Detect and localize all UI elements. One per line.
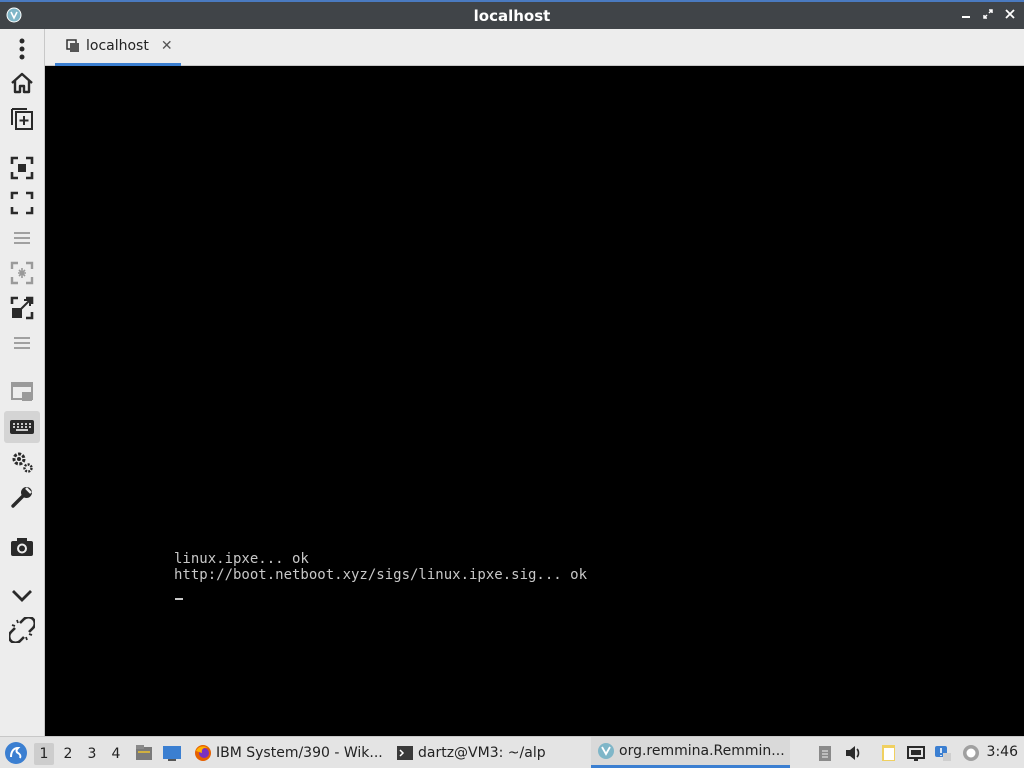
tab-strip: localhost ✕	[45, 29, 1024, 66]
minimize-button[interactable]	[958, 6, 974, 22]
remmina-icon	[598, 743, 614, 759]
task-firefox[interactable]: IBM System/390 - Wik...	[194, 737, 383, 768]
task-label: IBM System/390 - Wik...	[216, 744, 383, 761]
menu-button[interactable]	[4, 33, 40, 65]
restore-button[interactable]	[980, 6, 996, 22]
scale-menu-button[interactable]	[4, 327, 40, 359]
multi-monitor-button[interactable]	[4, 376, 40, 408]
minimize-icon	[962, 16, 970, 18]
multi-monitor-icon	[11, 382, 33, 401]
console-line: http://boot.netboot.xyz/sigs/linux.ipxe.…	[174, 567, 588, 583]
new-connection-button[interactable]	[4, 103, 40, 135]
auto-fit-icon	[10, 261, 34, 285]
preferences-button[interactable]	[4, 446, 40, 478]
file-manager-icon[interactable]	[134, 743, 154, 763]
task-terminal[interactable]: dartz@VM3: ~/alp	[396, 737, 546, 768]
volume-icon[interactable]	[843, 743, 863, 763]
workspace-1[interactable]: 1	[34, 743, 54, 765]
remmina-app-icon	[6, 7, 22, 23]
taskbar: 1 2 3 4 IBM System/390 - Wik... dartz@VM…	[0, 736, 1024, 768]
clipboard-icon[interactable]	[815, 743, 835, 763]
start-menu-icon[interactable]	[4, 741, 28, 765]
remmina-toolbar	[0, 29, 45, 736]
window-titlebar[interactable]: localhost	[0, 0, 1024, 29]
window-title: localhost	[473, 6, 551, 25]
minimize-window-button[interactable]	[4, 579, 40, 611]
scale-button[interactable]	[4, 292, 40, 324]
fit-window-icon	[10, 156, 34, 180]
keyboard-icon	[10, 420, 34, 434]
kebab-menu-icon	[19, 38, 25, 60]
disconnect-icon	[9, 617, 35, 643]
chevron-down-icon	[12, 590, 32, 602]
remote-display[interactable]: linux.ipxe... ok http://boot.netboot.xyz…	[45, 66, 1024, 736]
home-button[interactable]	[4, 67, 40, 99]
fullscreen-menu-button[interactable]	[4, 222, 40, 254]
camera-icon	[11, 538, 33, 556]
screenshot-button[interactable]	[4, 530, 40, 562]
restore-icon	[983, 9, 993, 19]
console-cursor	[175, 598, 183, 600]
home-icon	[11, 72, 33, 94]
tab-localhost[interactable]: localhost ✕	[55, 29, 181, 66]
workspace-3[interactable]: 3	[82, 743, 102, 765]
tab-close-icon[interactable]: ✕	[161, 38, 173, 54]
workspace-2[interactable]: 2	[58, 743, 78, 765]
fullscreen-icon	[10, 191, 34, 215]
hamburger-icon	[14, 337, 30, 349]
close-icon	[1005, 9, 1015, 19]
window-controls	[958, 6, 1018, 22]
notification-icon[interactable]	[933, 743, 953, 763]
add-tab-icon	[11, 108, 33, 130]
task-remmina[interactable]: org.remmina.Remmin...	[591, 737, 790, 768]
status-icon[interactable]	[961, 743, 981, 763]
desktop-icon[interactable]	[162, 743, 182, 763]
notes-icon[interactable]	[879, 743, 899, 763]
wrench-icon	[11, 487, 32, 508]
gears-icon	[12, 452, 33, 473]
tab-window-icon	[66, 39, 79, 52]
console-line: linux.ipxe... ok	[174, 551, 309, 567]
grab-keyboard-button[interactable]	[4, 411, 40, 443]
fullscreen-button[interactable]	[4, 187, 40, 219]
tools-button[interactable]	[4, 481, 40, 513]
network-icon[interactable]	[906, 743, 926, 763]
disconnect-button[interactable]	[4, 614, 40, 646]
auto-fit-button[interactable]	[4, 257, 40, 289]
task-label: org.remmina.Remmin...	[619, 743, 785, 759]
clock[interactable]: 3:46	[987, 744, 1018, 760]
firefox-icon	[195, 744, 211, 761]
terminal-icon	[397, 745, 413, 760]
fit-window-button[interactable]	[4, 152, 40, 184]
workspace-4[interactable]: 4	[106, 743, 126, 765]
task-label: dartz@VM3: ~/alp	[418, 744, 546, 761]
close-button[interactable]	[1002, 6, 1018, 22]
tab-label: localhost	[86, 38, 149, 54]
scale-icon	[10, 296, 34, 320]
hamburger-icon	[14, 232, 30, 244]
